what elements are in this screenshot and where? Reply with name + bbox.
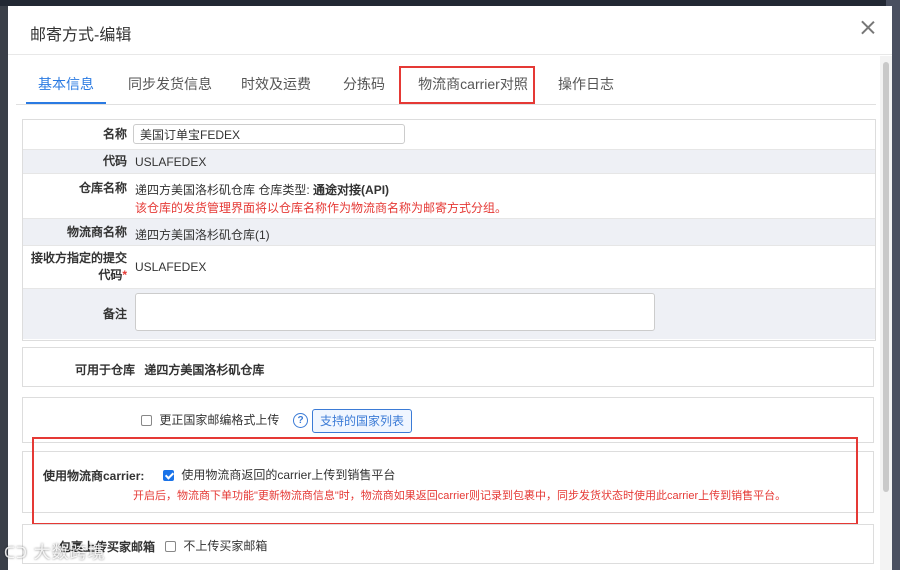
available-warehouse-label: 可用于仓库 xyxy=(75,363,136,377)
warehouse-info: 递四方美国洛杉矶仓库 仓库类型: 通途对接(API) xyxy=(135,181,389,198)
remark-label: 备注 xyxy=(102,306,127,321)
buyer-email-checkbox-label: 不上传买家邮箱 xyxy=(183,539,268,553)
buyer-email-checkbox[interactable] xyxy=(165,541,176,553)
tab-basic-info[interactable]: 基本信息 xyxy=(26,66,106,104)
country-code-checkbox[interactable] xyxy=(141,415,152,427)
warehouse-type-label: 仓库类型: xyxy=(258,183,310,197)
warehouse-type-value: 通途对接(API) xyxy=(313,183,390,197)
scrollbar-thumb[interactable] xyxy=(883,62,889,492)
form-row-code: 代码 USLAFEDEX xyxy=(23,150,875,174)
code-value: USLAFEDEX xyxy=(135,155,207,169)
form-row-remark: 备注 xyxy=(23,289,875,339)
country-code-checkbox-label: 更正国家邮编格式上传 xyxy=(159,413,280,427)
tab-operation-log[interactable]: 操作日志 xyxy=(550,66,622,102)
tab-sync-shipping[interactable]: 同步发货信息 xyxy=(118,66,222,102)
carrier-name-label: 物流商名称 xyxy=(66,224,127,239)
close-icon[interactable] xyxy=(858,18,878,38)
name-label: 名称 xyxy=(102,127,127,141)
available-warehouse-section: 可用于仓库 递四方美国洛杉矶仓库 xyxy=(22,347,874,387)
dialog-title: 邮寄方式-编辑 xyxy=(30,27,132,44)
tab-highlight-box xyxy=(399,66,535,104)
dialog-header: 邮寄方式-编辑 xyxy=(8,6,892,55)
warehouse-name: 递四方美国洛杉矶仓库 xyxy=(135,183,256,197)
tab-timeliness-fee[interactable]: 时效及运费 xyxy=(234,66,318,102)
form-row-carrier-name: 物流商名称 递四方美国洛杉矶仓库(1) xyxy=(23,219,875,246)
code-label: 代码 xyxy=(102,154,127,168)
warehouse-note: 该仓库的发货管理界面将以仓库名称作为物流商名称为邮寄方式分组。 xyxy=(135,201,508,215)
warehouse-label: 仓库名称 xyxy=(78,181,127,195)
available-warehouse-value: 递四方美国洛杉矶仓库 xyxy=(144,363,265,377)
form-row-receiver-code: 接收方指定的提交代码* USLAFEDEX xyxy=(23,246,875,289)
carrier-highlight-box xyxy=(32,437,858,525)
name-input[interactable] xyxy=(133,124,405,144)
basic-info-form: 名称 代码 USLAFEDEX 仓库名称 递四方美国洛杉矶仓库 仓库类型: 通途… xyxy=(22,119,876,341)
watermark-text: 大数跨境 xyxy=(33,543,106,562)
country-list-button[interactable]: 支持的国家列表 xyxy=(312,409,412,433)
watermark-logo-icon: ᑕᑐ xyxy=(4,545,28,562)
receiver-code-value: USLAFEDEX xyxy=(135,260,207,274)
carrier-name-value: 递四方美国洛杉矶仓库(1) xyxy=(135,228,270,242)
buyer-email-section: 包裹上传买家邮箱 不上传买家邮箱 xyxy=(22,524,874,564)
edit-dialog: 邮寄方式-编辑 基本信息 同步发货信息 时效及运费 分拣码 物流商carrier… xyxy=(8,6,892,570)
receiver-code-label: 接收方指定的提交代码* xyxy=(30,251,127,282)
help-icon[interactable]: ? xyxy=(293,413,308,428)
remark-textarea[interactable] xyxy=(135,293,655,331)
vertical-scrollbar[interactable] xyxy=(880,56,892,570)
form-row-name: 名称 xyxy=(23,120,875,150)
tab-sort-code[interactable]: 分拣码 xyxy=(332,66,396,102)
watermark: ᑕᑐ 大数跨境 xyxy=(4,538,134,564)
form-row-warehouse: 仓库名称 递四方美国洛杉矶仓库 仓库类型: 通途对接(API) 该仓库的发货管理… xyxy=(23,174,875,219)
